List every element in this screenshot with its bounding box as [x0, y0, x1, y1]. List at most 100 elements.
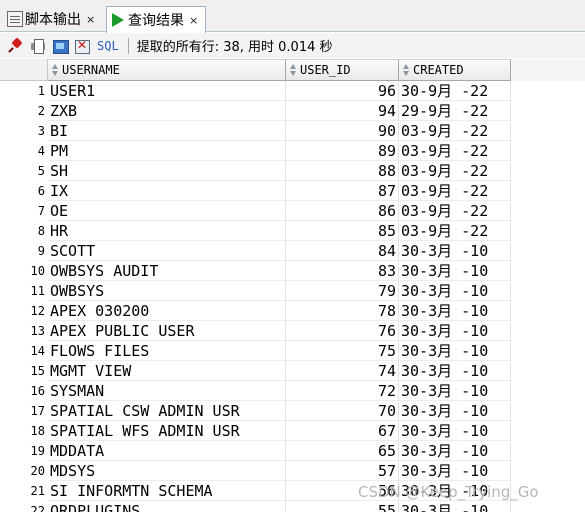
cell-user-id[interactable]: 87 [286, 181, 399, 201]
close-icon[interactable]: × [86, 13, 95, 26]
cell-username[interactable]: SH [48, 161, 286, 181]
cell-created[interactable]: 30-3月 -10 [399, 401, 511, 421]
cell-username[interactable]: PM [48, 141, 286, 161]
cell-created[interactable]: 30-3月 -10 [399, 281, 511, 301]
cell-user-id[interactable]: 57 [286, 461, 399, 481]
refresh-icon[interactable] [52, 38, 69, 54]
cell-created[interactable]: 03-9月 -22 [399, 121, 511, 141]
cell-user-id[interactable]: 67 [286, 421, 399, 441]
cell-username[interactable]: SI INFORMTN SCHEMA [48, 481, 286, 501]
cell-username[interactable]: HR [48, 221, 286, 241]
cell-created[interactable]: 03-9月 -22 [399, 141, 511, 161]
cell-created[interactable]: 30-3月 -10 [399, 261, 511, 281]
cell-created[interactable]: 30-3月 -10 [399, 501, 511, 512]
cell-user-id[interactable]: 88 [286, 161, 399, 181]
cell-created[interactable]: 30-3月 -10 [399, 321, 511, 341]
cell-user-id[interactable]: 75 [286, 341, 399, 361]
cell-username[interactable]: USER1 [48, 81, 286, 101]
tab-script-output[interactable]: 脚本输出 × [4, 6, 103, 32]
cell-created[interactable]: 30-3月 -10 [399, 341, 511, 361]
cell-created[interactable]: 03-9月 -22 [399, 221, 511, 241]
table-row[interactable]: 11 OWBSYS 79 30-3月 -10 [0, 281, 585, 301]
table-row[interactable]: 5 SH 88 03-9月 -22 [0, 161, 585, 181]
cell-username[interactable]: SPATIAL WFS ADMIN USR [48, 421, 286, 441]
table-row[interactable]: 9 SCOTT 84 30-3月 -10 [0, 241, 585, 261]
cell-user-id[interactable]: 86 [286, 201, 399, 221]
cell-created[interactable]: 29-9月 -22 [399, 101, 511, 121]
cell-username[interactable]: SCOTT [48, 241, 286, 261]
table-row[interactable]: 17 SPATIAL CSW ADMIN USR 70 30-3月 -10 [0, 401, 585, 421]
cell-username[interactable]: ORDPLUGINS [48, 501, 286, 512]
cell-created[interactable]: 30-3月 -10 [399, 361, 511, 381]
cell-user-id[interactable]: 85 [286, 221, 399, 241]
sql-button[interactable]: SQL [97, 39, 119, 53]
cell-username[interactable]: MDSYS [48, 461, 286, 481]
cell-user-id[interactable]: 90 [286, 121, 399, 141]
table-row[interactable]: 16 SYSMAN 72 30-3月 -10 [0, 381, 585, 401]
cell-created[interactable]: 30-3月 -10 [399, 301, 511, 321]
tab-query-result[interactable]: 查询结果 × [106, 6, 206, 33]
cell-username[interactable]: IX [48, 181, 286, 201]
table-row[interactable]: 13 APEX PUBLIC USER 76 30-3月 -10 [0, 321, 585, 341]
cell-user-id[interactable]: 74 [286, 361, 399, 381]
column-header-username[interactable]: USERNAME [48, 59, 286, 81]
table-row[interactable]: 19 MDDATA 65 30-3月 -10 [0, 441, 585, 461]
cell-created[interactable]: 03-9月 -22 [399, 181, 511, 201]
table-row[interactable]: 6 IX 87 03-9月 -22 [0, 181, 585, 201]
cell-user-id[interactable]: 70 [286, 401, 399, 421]
table-row[interactable]: 8 HR 85 03-9月 -22 [0, 221, 585, 241]
cell-user-id[interactable]: 65 [286, 441, 399, 461]
table-row[interactable]: 14 FLOWS FILES 75 30-3月 -10 [0, 341, 585, 361]
cell-username[interactable]: MGMT VIEW [48, 361, 286, 381]
table-row[interactable]: 1 USER1 96 30-9月 -22 [0, 81, 585, 101]
cell-created[interactable]: 30-9月 -22 [399, 81, 511, 101]
cell-user-id[interactable]: 96 [286, 81, 399, 101]
cell-user-id[interactable]: 79 [286, 281, 399, 301]
column-header-user-id[interactable]: USER_ID [286, 59, 399, 81]
cell-user-id[interactable]: 55 [286, 501, 399, 512]
cell-username[interactable]: APEX 030200 [48, 301, 286, 321]
cell-user-id[interactable]: 76 [286, 321, 399, 341]
table-row[interactable]: 15 MGMT VIEW 74 30-3月 -10 [0, 361, 585, 381]
column-header-created[interactable]: CREATED [399, 59, 511, 81]
cell-created[interactable]: 03-9月 -22 [399, 201, 511, 221]
table-row[interactable]: 22 ORDPLUGINS 55 30-3月 -10 [0, 501, 585, 512]
cell-created[interactable]: 30-3月 -10 [399, 381, 511, 401]
cell-username[interactable]: ZXB [48, 101, 286, 121]
cell-user-id[interactable]: 78 [286, 301, 399, 321]
row-number: 12 [30, 304, 45, 318]
cell-username[interactable]: MDDATA [48, 441, 286, 461]
cell-created[interactable]: 30-3月 -10 [399, 441, 511, 461]
table-row[interactable]: 10 OWBSYS AUDIT 83 30-3月 -10 [0, 261, 585, 281]
cell-user-id[interactable]: 84 [286, 241, 399, 261]
cell-user-id[interactable]: 83 [286, 261, 399, 281]
cell-created[interactable]: 30-3月 -10 [399, 461, 511, 481]
cell-username[interactable]: OE [48, 201, 286, 221]
cell-user-id[interactable]: 72 [286, 381, 399, 401]
table-row[interactable]: 2 ZXB 94 29-9月 -22 [0, 101, 585, 121]
table-row[interactable]: 12 APEX 030200 78 30-3月 -10 [0, 301, 585, 321]
cell-created[interactable]: 30-3月 -10 [399, 421, 511, 441]
cell-username[interactable]: OWBSYS [48, 281, 286, 301]
cell-user-id[interactable]: 89 [286, 141, 399, 161]
cell-created[interactable]: 03-9月 -22 [399, 161, 511, 181]
table-row[interactable]: 20 MDSYS 57 30-3月 -10 [0, 461, 585, 481]
print-icon[interactable] [30, 38, 46, 54]
table-row[interactable]: 18 SPATIAL WFS ADMIN USR 67 30-3月 -10 [0, 421, 585, 441]
cell-user-id[interactable]: 94 [286, 101, 399, 121]
cell-username[interactable]: SYSMAN [48, 381, 286, 401]
cell-created[interactable]: 30-3月 -10 [399, 241, 511, 261]
cell-username[interactable]: SPATIAL CSW ADMIN USR [48, 401, 286, 421]
cell-username[interactable]: OWBSYS AUDIT [48, 261, 286, 281]
grid-header-row: USERNAME USER_ID CREATED [0, 59, 585, 81]
cell-username[interactable]: FLOWS FILES [48, 341, 286, 361]
clear-icon[interactable] [74, 38, 90, 54]
table-row[interactable]: 4 PM 89 03-9月 -22 [0, 141, 585, 161]
table-row[interactable]: 3 BI 90 03-9月 -22 [0, 121, 585, 141]
close-icon[interactable]: × [189, 14, 198, 27]
cell-username[interactable]: BI [48, 121, 286, 141]
result-grid[interactable]: USERNAME USER_ID CREATED 1 USER1 96 30-9月 -… [0, 59, 585, 512]
pin-icon[interactable] [8, 38, 24, 54]
table-row[interactable]: 7 OE 86 03-9月 -22 [0, 201, 585, 221]
cell-username[interactable]: APEX PUBLIC USER [48, 321, 286, 341]
